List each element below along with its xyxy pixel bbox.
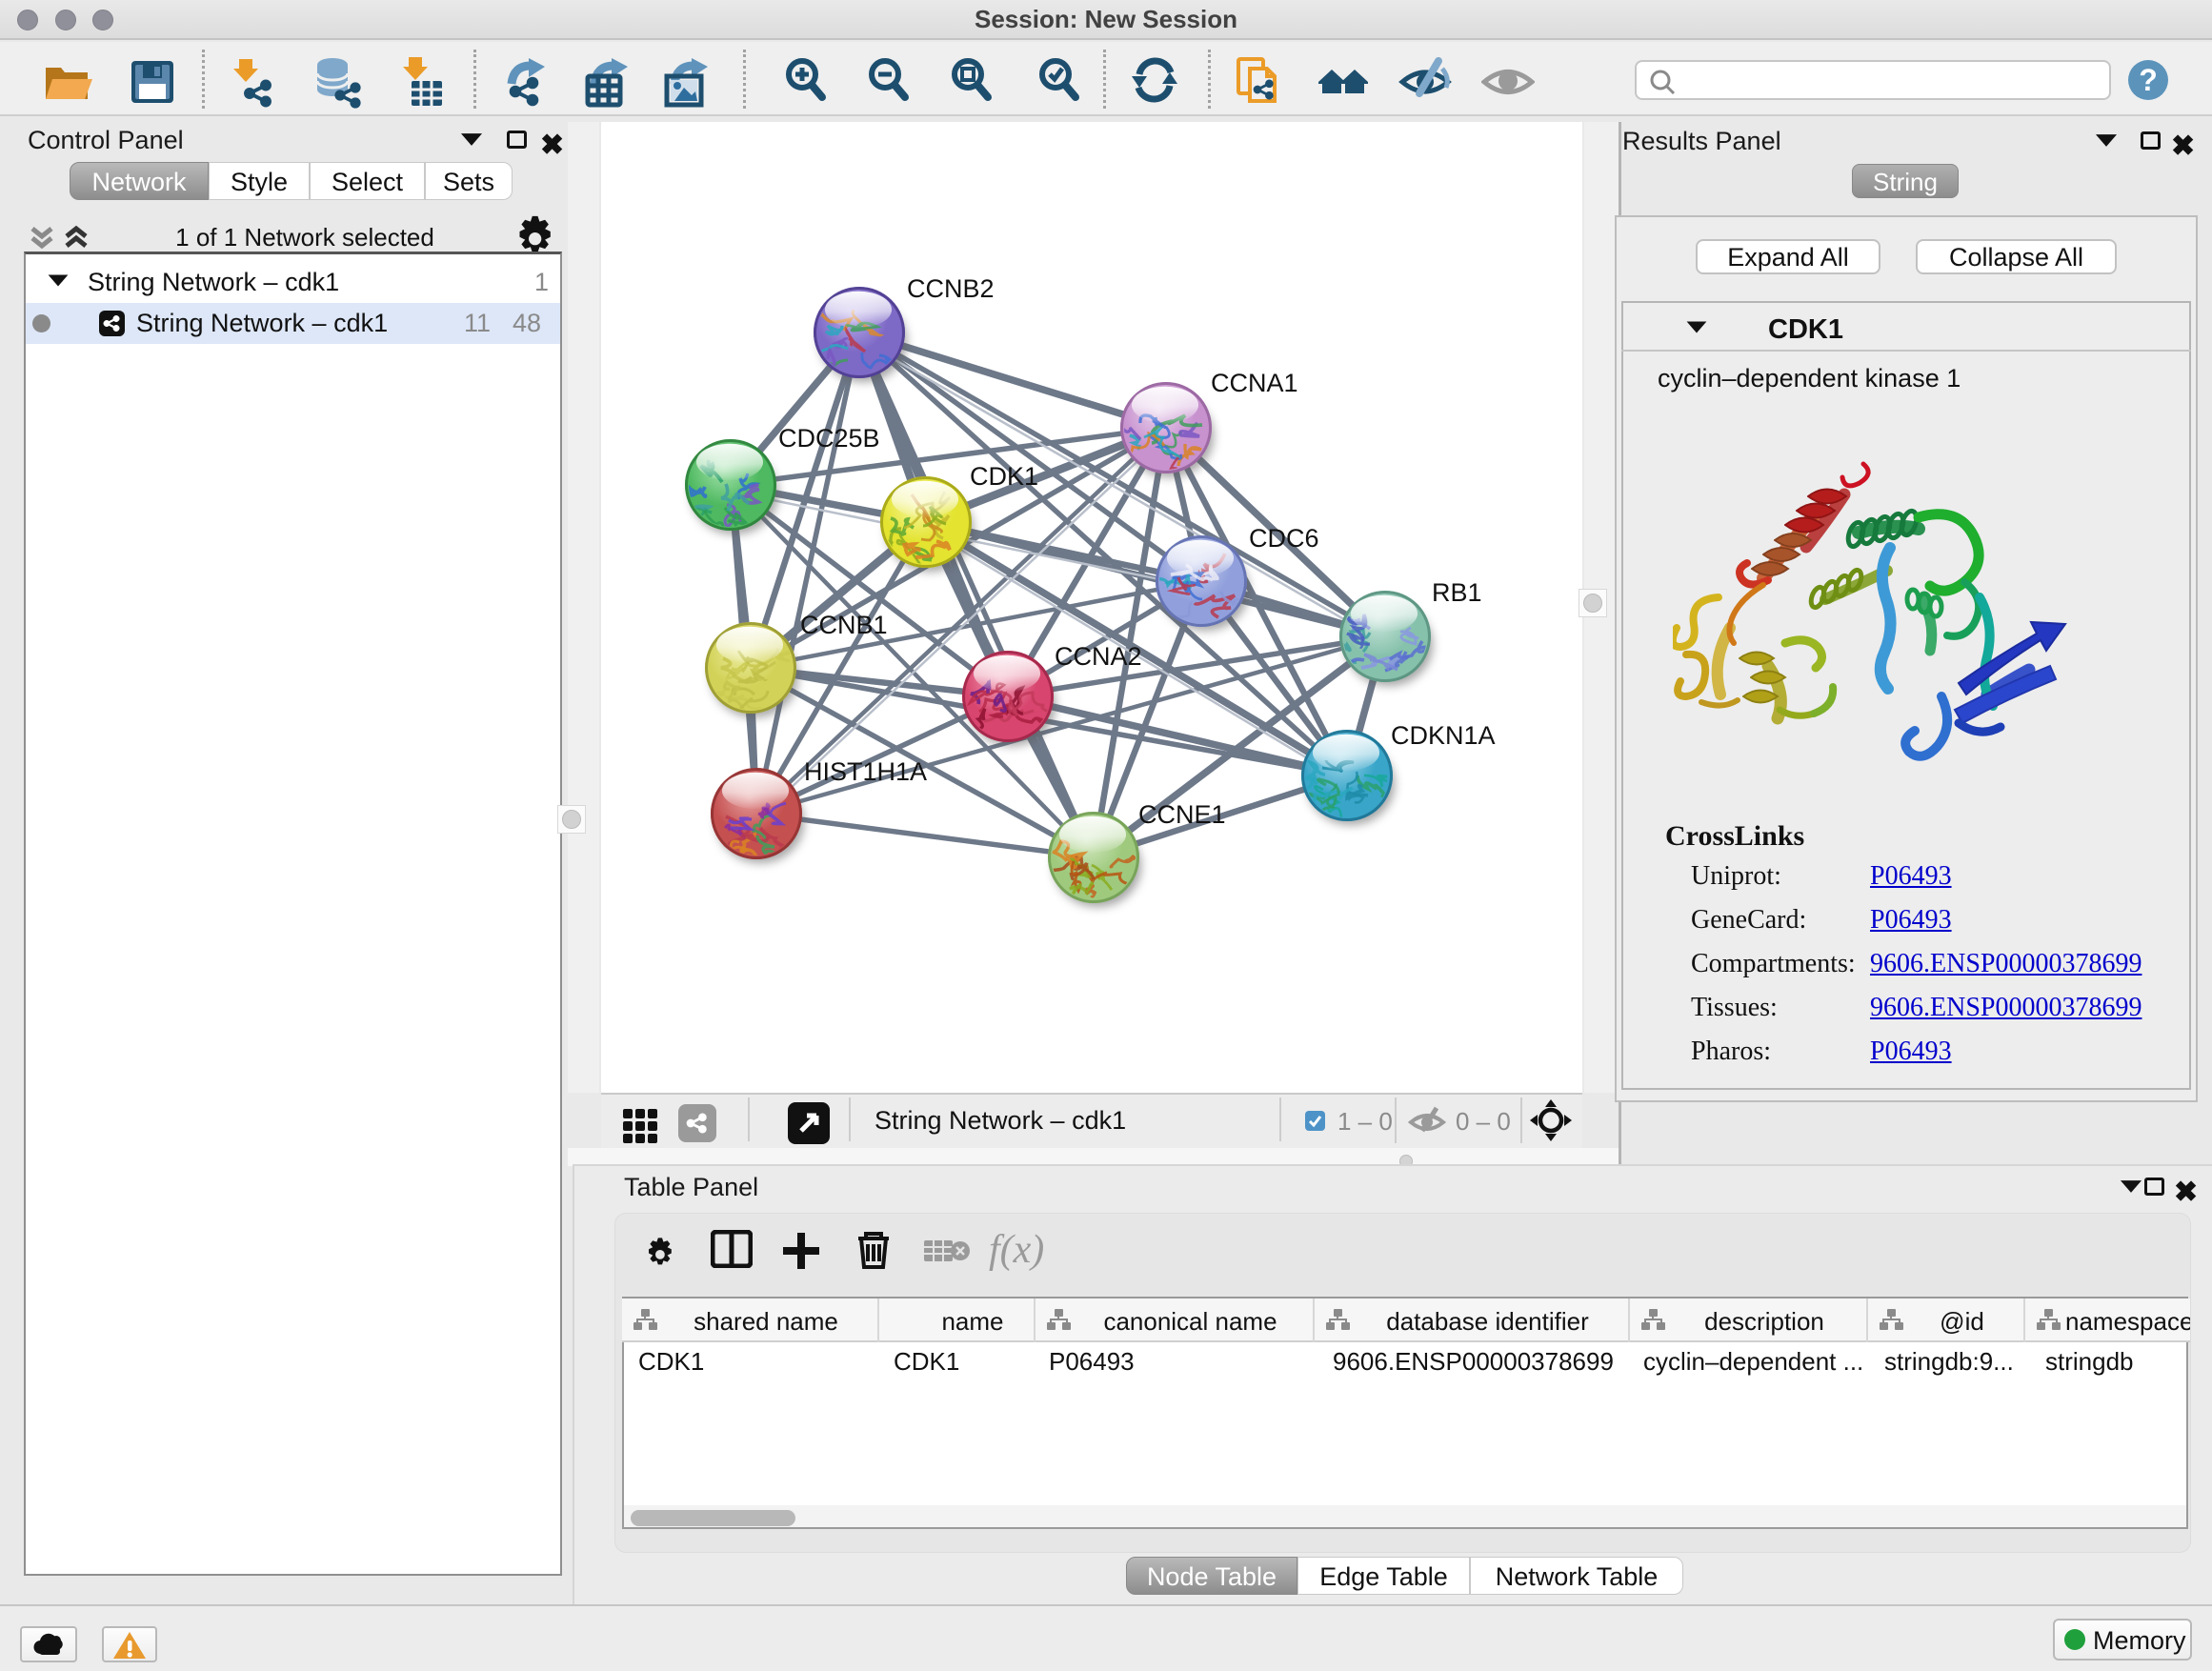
svg-text:HIST1H1A: HIST1H1A	[804, 757, 927, 786]
svg-text:CCNB2: CCNB2	[907, 274, 995, 303]
svg-text:CCNA1: CCNA1	[1211, 369, 1298, 397]
svg-text:CDC25B: CDC25B	[778, 424, 880, 453]
svg-text:CCNB1: CCNB1	[800, 611, 888, 639]
svg-text:CCNE1: CCNE1	[1138, 800, 1226, 829]
svg-text:CDC6: CDC6	[1249, 524, 1319, 553]
svg-text:CCNA2: CCNA2	[1055, 642, 1142, 671]
svg-text:CDK1: CDK1	[970, 462, 1038, 491]
svg-text:CDKN1A: CDKN1A	[1391, 721, 1496, 750]
svg-text:RB1: RB1	[1432, 578, 1482, 607]
